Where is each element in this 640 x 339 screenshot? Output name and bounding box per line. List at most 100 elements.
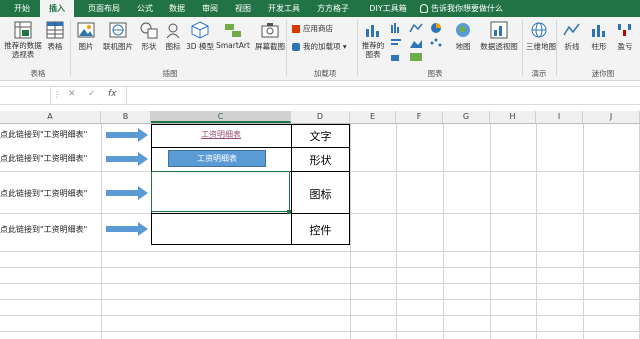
column-header-c[interactable]: C	[151, 111, 291, 123]
insert-function-icon[interactable]: fx	[108, 89, 117, 99]
group-divider	[286, 20, 287, 76]
table-button[interactable]: 表格	[44, 21, 66, 52]
column-header-e[interactable]: E	[350, 111, 396, 123]
name-box-dropdown-icon[interactable]: ⋮	[53, 90, 61, 99]
gridline	[0, 299, 640, 300]
my-addins-button[interactable]: 我的加载项 ▾	[292, 41, 347, 52]
addins-icon	[292, 43, 300, 51]
cell-a3[interactable]: 点此链接到"工资明细表"	[0, 188, 87, 199]
cube-icon	[191, 21, 209, 39]
column-header-j[interactable]: J	[583, 111, 640, 123]
tab-data[interactable]: 数据	[164, 0, 190, 17]
selected-cell-c3[interactable]	[151, 171, 290, 212]
gridline	[0, 331, 640, 332]
column-header-i[interactable]: I	[536, 111, 583, 123]
group-label-addins: 加载项	[313, 69, 337, 78]
tab-page-layout[interactable]: 页面布局	[80, 0, 128, 17]
column-header-row: A B C D E F G H I J	[0, 111, 640, 124]
column-header-g[interactable]: G	[443, 111, 490, 123]
winloss-sparkline-icon	[618, 24, 631, 36]
cancel-icon[interactable]: ✕	[68, 89, 76, 99]
camera-icon	[261, 23, 279, 38]
tab-review[interactable]: 审阅	[197, 0, 223, 17]
tab-diy-toolbox[interactable]: DIY工具箱	[362, 0, 414, 17]
arrow-shape-3[interactable]	[106, 186, 148, 200]
map-icon	[456, 23, 470, 37]
tab-view[interactable]: 视图	[230, 0, 256, 17]
gridline	[0, 267, 640, 268]
3d-map-button[interactable]: 三维地图	[526, 21, 556, 52]
group-label-illustrations: 插图	[162, 69, 178, 78]
cell-a4[interactable]: 点此链接到"工资明细表"	[0, 224, 87, 235]
table-border	[151, 147, 350, 148]
gridline	[490, 124, 491, 339]
arrow-shape-4[interactable]	[106, 222, 148, 236]
cell-a1[interactable]: 点此链接到"工资明细表"	[0, 129, 87, 140]
tab-fangfang[interactable]: 方方格子	[313, 0, 353, 17]
screenshot-button[interactable]: 屏幕截图	[252, 21, 288, 52]
ribbon-tabs: 开始 插入 页面布局 公式 数据 审阅 视图 开发工具 方方格子 DIY工具箱 …	[0, 0, 640, 17]
gridline	[443, 124, 444, 339]
column-header-h[interactable]: H	[490, 111, 536, 123]
name-box[interactable]	[0, 87, 51, 104]
tab-home[interactable]: 开始	[8, 0, 36, 17]
ribbon: 推荐的数据透视表 表格 表格 图片 联机图片 形状 图标 3D 模型 Smart…	[0, 17, 640, 81]
table-border	[151, 124, 350, 125]
table-border	[151, 213, 350, 214]
online-picture-icon	[109, 22, 127, 38]
arrow-shape-1[interactable]	[106, 128, 148, 142]
store-icon	[292, 25, 300, 33]
table-border	[151, 244, 350, 245]
icons-button[interactable]: 图标	[162, 21, 184, 52]
formula-bar: ⋮ ✕ ✓ fx	[0, 86, 640, 105]
gridline	[396, 124, 397, 339]
tab-insert[interactable]: 插入	[40, 0, 74, 17]
maps-button[interactable]: 地图	[452, 21, 474, 52]
gridline	[350, 124, 351, 339]
chevron-down-icon: ▾	[340, 42, 347, 51]
shapes-button[interactable]: 形状	[138, 21, 160, 52]
cell-d1[interactable]: 文字	[291, 128, 350, 144]
tab-formulas[interactable]: 公式	[132, 0, 158, 17]
chart-types-icon[interactable]	[390, 22, 450, 64]
shape-link-button[interactable]: 工资明细表	[168, 150, 266, 167]
pivot-chart-icon	[490, 21, 508, 39]
pictures-button[interactable]: 图片	[74, 21, 98, 52]
hyperlink-text[interactable]: 工资明细表	[151, 129, 291, 140]
smartart-button[interactable]: SmartArt	[216, 21, 250, 50]
smartart-icon	[225, 24, 241, 37]
gridline	[101, 124, 102, 339]
3d-model-button[interactable]: 3D 模型	[186, 21, 214, 52]
picture-icon	[77, 22, 95, 38]
online-pictures-button[interactable]: 联机图片	[100, 21, 136, 52]
tab-developer[interactable]: 开发工具	[264, 0, 304, 17]
group-divider	[556, 20, 557, 76]
icons-icon	[166, 23, 180, 39]
group-divider	[357, 20, 358, 76]
cell-d3[interactable]: 图标	[291, 186, 350, 202]
sparkline-winloss-button[interactable]: 盈亏	[613, 21, 637, 52]
column-sparkline-icon	[592, 25, 605, 37]
cell-d2[interactable]: 形状	[291, 152, 350, 168]
column-header-f[interactable]: F	[396, 111, 443, 123]
sparkline-column-button[interactable]: 柱形	[587, 21, 611, 52]
column-header-d[interactable]: D	[291, 111, 350, 123]
recommended-pivot-button[interactable]: 推荐的数据透视表	[4, 21, 42, 59]
gridline	[0, 315, 640, 316]
cell-d4[interactable]: 控件	[291, 222, 350, 238]
cell-a2[interactable]: 点此链接到"工资明细表"	[0, 153, 87, 164]
tell-me-box[interactable]: 告诉我你想要做什么	[420, 0, 520, 17]
pivot-chart-button[interactable]: 数据透视图	[478, 21, 520, 52]
recommended-charts-button[interactable]: 推荐的图表	[360, 21, 386, 59]
enter-icon[interactable]: ✓	[88, 89, 96, 99]
formula-input[interactable]	[126, 87, 640, 104]
gridline	[536, 124, 537, 339]
sparkline-line-button[interactable]: 折线	[560, 21, 584, 52]
app-store-button[interactable]: 应用商店	[292, 23, 333, 34]
arrow-shape-2[interactable]	[106, 152, 148, 166]
column-header-b[interactable]: B	[101, 111, 151, 123]
column-header-a[interactable]: A	[0, 111, 101, 123]
recommended-chart-icon	[366, 25, 379, 37]
worksheet-grid[interactable]: 点此链接到"工资明细表" 工资明细表 文字 点此链接到"工资明细表" 工资明细表…	[0, 124, 640, 339]
fill-handle[interactable]	[287, 210, 291, 214]
